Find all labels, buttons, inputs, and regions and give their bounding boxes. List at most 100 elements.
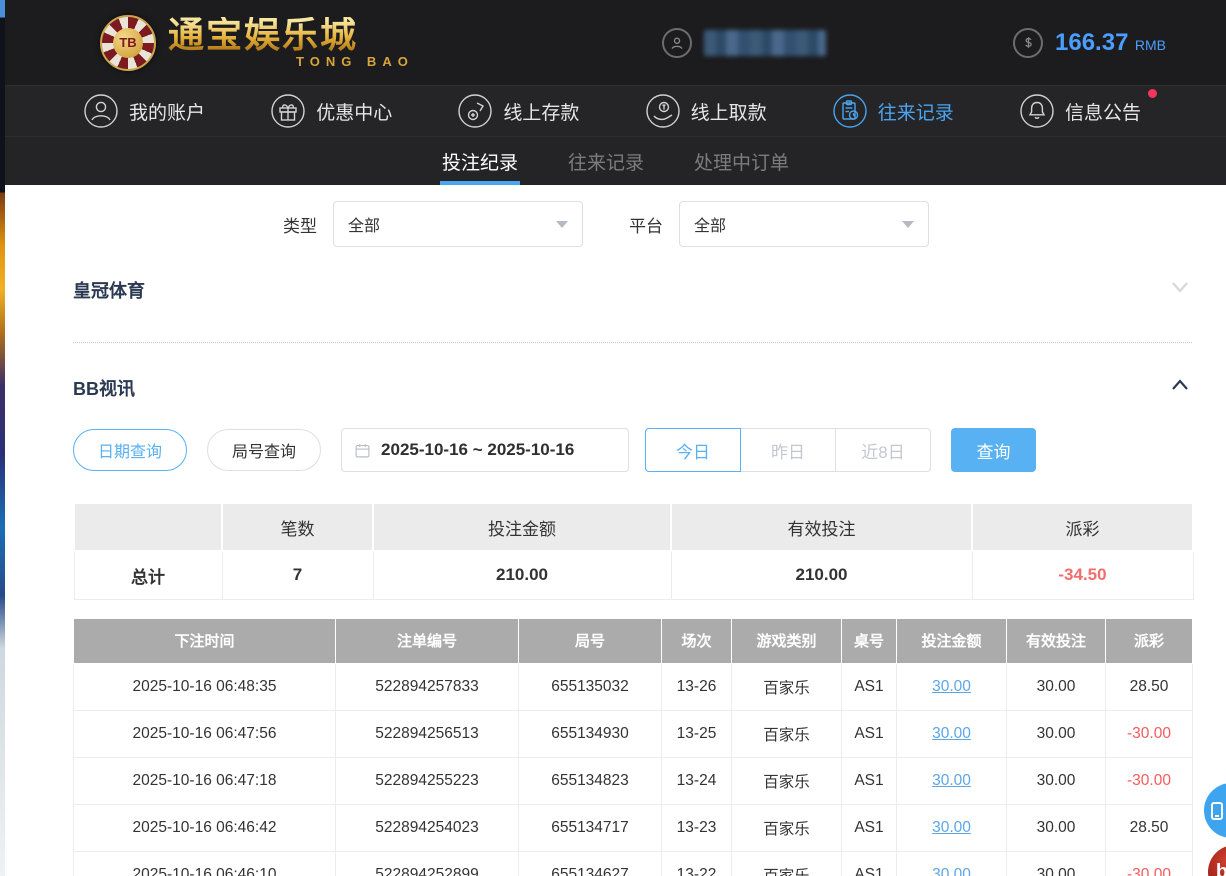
summary-table: 笔数 投注金额 有效投注 派彩 总计 7 210.00 210.00 -34.5… — [73, 502, 1194, 600]
user-icon — [83, 93, 119, 129]
bb-video-header[interactable]: BB视讯 — [73, 373, 1192, 402]
summary-header-bet: 投注金额 — [373, 503, 671, 551]
site-logo[interactable]: TB 通宝娱乐城 TONG BAO — [100, 15, 414, 71]
platform-filter-label: 平台 — [629, 212, 663, 237]
notification-dot — [1148, 89, 1157, 98]
filter-row: 类型 全部 平台 全部 — [73, 201, 1192, 247]
summary-total-payout: -34.50 — [972, 551, 1193, 599]
deposit-icon — [457, 93, 493, 129]
table-cell: 30.00 — [1007, 851, 1106, 876]
table-row: 2025-10-16 06:46:42522894254023655134717… — [74, 804, 1193, 851]
bet-amount-link[interactable]: 30.00 — [897, 663, 1007, 710]
bets-col-header: 有效投注 — [1007, 618, 1106, 663]
crown-sports-header[interactable]: 皇冠体育 — [73, 275, 1192, 304]
table-cell: 28.50 — [1106, 663, 1193, 710]
table-cell: 522894254023 — [336, 804, 519, 851]
summary-total-row: 总计 7 210.00 210.00 -34.50 — [74, 551, 1193, 599]
search-button[interactable]: 查询 — [951, 428, 1036, 472]
nav-my-account[interactable]: 我的账户 — [83, 93, 205, 129]
summary-header-valid: 有效投注 — [671, 503, 972, 551]
bets-col-header: 游戏类别 — [732, 618, 842, 663]
nav-online-withdrawal[interactable]: 线上取款 — [645, 93, 767, 129]
table-cell: 2025-10-16 06:46:42 — [74, 804, 336, 851]
bets-col-header: 场次 — [662, 618, 732, 663]
table-cell: AS1 — [842, 663, 897, 710]
main-nav: 我的账户 优惠中心 线上存款 线上取款 — [5, 85, 1226, 136]
bet-amount-link[interactable]: 30.00 — [897, 804, 1007, 851]
table-cell: 百家乐 — [732, 757, 842, 804]
table-cell: 百家乐 — [732, 663, 842, 710]
nav-online-deposit[interactable]: 线上存款 — [457, 93, 579, 129]
tab-transaction-records[interactable]: 往来记录 — [566, 137, 646, 185]
chevron-up-icon[interactable] — [1168, 373, 1192, 402]
date-range-input[interactable]: 2025-10-16 ~ 2025-10-16 — [341, 428, 629, 472]
tab-bet-records[interactable]: 投注纪录 — [440, 137, 520, 185]
summary-total-bet: 210.00 — [373, 551, 671, 599]
bets-col-header: 投注金额 — [897, 618, 1007, 663]
bet-amount-link[interactable]: 30.00 — [897, 710, 1007, 757]
table-cell: 13-22 — [662, 851, 732, 876]
content-area: 类型 全部 平台 全部 皇冠体育 — [5, 185, 1226, 876]
table-cell: 13-25 — [662, 710, 732, 757]
balance-currency: RMB — [1135, 37, 1166, 53]
nav-transaction-records[interactable]: 往来记录 — [832, 93, 954, 129]
nav-announcements[interactable]: 信息公告 — [1019, 93, 1141, 129]
nav-promotions[interactable]: 优惠中心 — [270, 93, 392, 129]
table-cell: 655134930 — [519, 710, 662, 757]
date-query-button[interactable]: 日期查询 — [73, 429, 187, 471]
summary-header-empty — [74, 503, 222, 551]
crown-sports-title: 皇冠体育 — [73, 277, 145, 303]
table-cell: 2025-10-16 06:46:10 — [74, 851, 336, 876]
table-cell: 655134627 — [519, 851, 662, 876]
date-range-value: 2025-10-16 ~ 2025-10-16 — [381, 440, 574, 460]
table-cell: 2025-10-16 06:47:18 — [74, 757, 336, 804]
bets-col-header: 派彩 — [1106, 618, 1193, 663]
summary-header-row: 笔数 投注金额 有效投注 派彩 — [74, 503, 1193, 551]
tab-pending-orders[interactable]: 处理中订单 — [692, 137, 791, 185]
table-cell: 522894256513 — [336, 710, 519, 757]
table-cell: -30.00 — [1106, 710, 1193, 757]
bet-amount-link[interactable]: 30.00 — [897, 851, 1007, 876]
summary-total-valid: 210.00 — [671, 551, 972, 599]
chip-tb-label: TB — [113, 28, 143, 58]
table-cell: 28.50 — [1106, 804, 1193, 851]
summary-total-count: 7 — [222, 551, 373, 599]
table-cell: 2025-10-16 06:47:56 — [74, 710, 336, 757]
round-query-button[interactable]: 局号查询 — [207, 429, 321, 471]
platform-select[interactable]: 全部 — [679, 201, 929, 247]
bets-header-row: 下注时间注单编号局号场次游戏类别桌号投注金额有效投注派彩 — [74, 618, 1193, 663]
bb-video-title: BB视讯 — [73, 375, 135, 401]
type-select[interactable]: 全部 — [333, 201, 583, 247]
today-button[interactable]: 今日 — [645, 428, 741, 472]
table-row: 2025-10-16 06:48:35522894257833655135032… — [74, 663, 1193, 710]
dollar-icon — [1013, 28, 1043, 58]
table-cell: 30.00 — [1007, 757, 1106, 804]
table-cell: 30.00 — [1007, 804, 1106, 851]
balance[interactable]: 166.37 RMB — [1013, 0, 1166, 85]
chevron-down-icon[interactable] — [1168, 275, 1192, 304]
background-window-sliver — [0, 0, 5, 876]
bets-col-header: 桌号 — [842, 618, 897, 663]
records-icon — [832, 93, 868, 129]
record-tabs: 投注纪录 往来记录 处理中订单 — [5, 136, 1226, 185]
bet-amount-link[interactable]: 30.00 — [897, 757, 1007, 804]
table-cell: 13-24 — [662, 757, 732, 804]
table-cell: 30.00 — [1007, 663, 1106, 710]
table-cell: 13-26 — [662, 663, 732, 710]
user-account[interactable] — [662, 0, 826, 85]
table-row: 2025-10-16 06:46:10522894252899655134627… — [74, 851, 1193, 876]
logo-title: 通宝娱乐城 — [168, 17, 414, 53]
username-redacted — [704, 30, 826, 56]
query-bar: 日期查询 局号查询 2025-10-16 ~ 2025-10-16 今日 昨日 … — [73, 428, 1192, 472]
table-cell: 2025-10-16 06:48:35 — [74, 663, 336, 710]
balance-value: 166.37 — [1055, 29, 1128, 56]
table-cell: AS1 — [842, 851, 897, 876]
top-header: TB 通宝娱乐城 TONG BAO — [5, 0, 1226, 85]
table-cell: -30.00 — [1106, 757, 1193, 804]
table-cell: AS1 — [842, 757, 897, 804]
last8days-button[interactable]: 近8日 — [835, 428, 931, 472]
poker-chip-icon: TB — [100, 15, 156, 71]
table-cell: 百家乐 — [732, 804, 842, 851]
summary-header-count: 笔数 — [222, 503, 373, 551]
yesterday-button[interactable]: 昨日 — [740, 428, 836, 472]
